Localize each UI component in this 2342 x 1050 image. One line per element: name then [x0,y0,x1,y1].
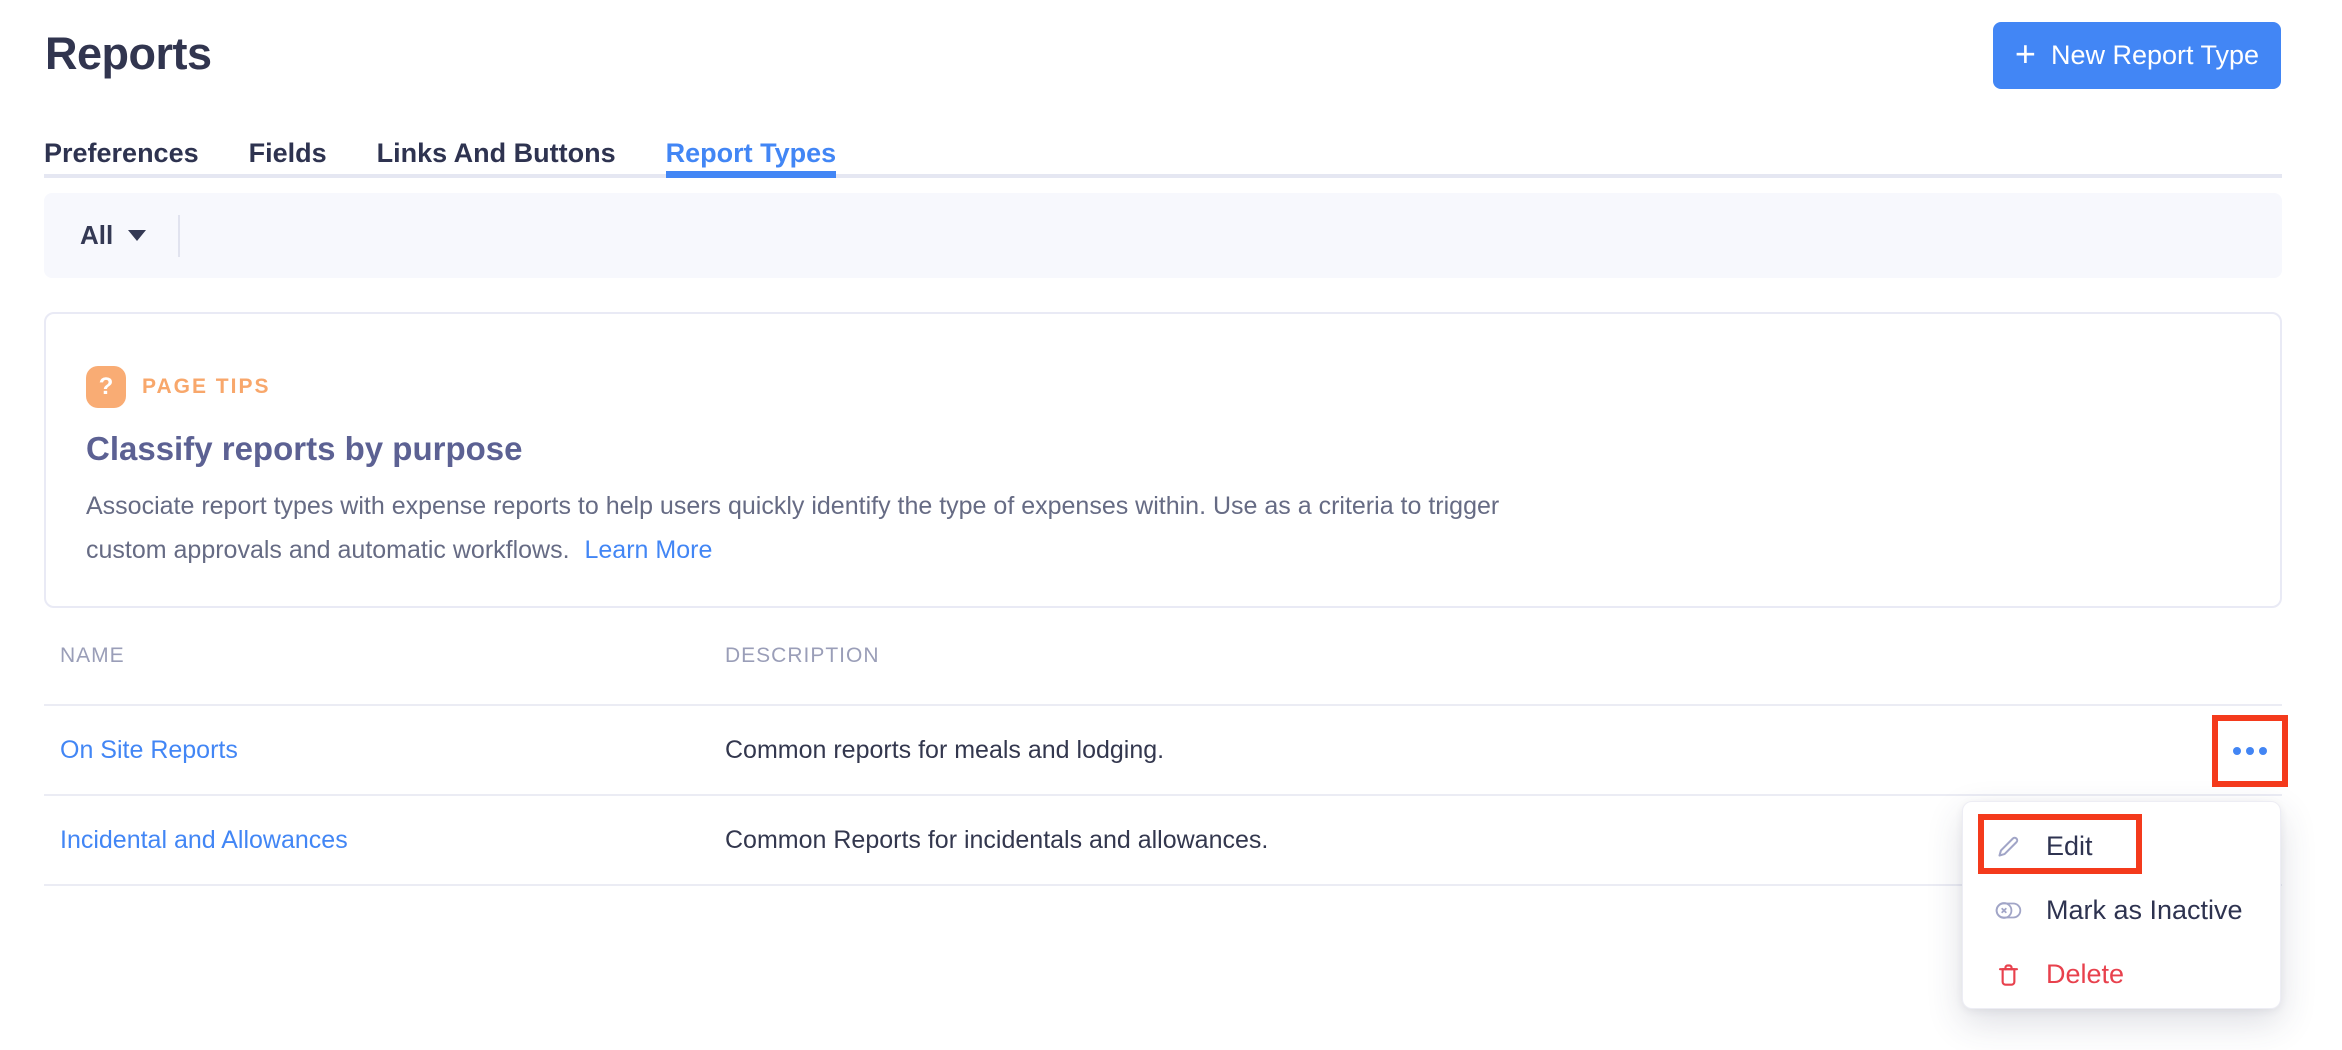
page-tips-body-line2: custom approvals and automatic workflows… [86,528,2280,572]
page-tips-card: ? PAGE TIPS Classify reports by purpose … [44,312,2282,608]
page-tips-body-line2-text: custom approvals and automatic workflows… [86,536,570,564]
annotation-box-ellipsis [2212,715,2288,787]
plus-icon: + [2015,36,2036,72]
report-type-name-link[interactable]: On Site Reports [60,736,238,765]
menu-item-mark-as-inactive[interactable]: Mark as Inactive [1963,878,2280,942]
report-type-description: Common reports for meals and lodging. [725,736,2172,765]
menu-item-edit[interactable]: Edit [1963,814,2280,878]
tab-links-and-buttons[interactable]: Links And Buttons [377,126,616,174]
page-tips-body-line1: Associate report types with expense repo… [86,484,2280,528]
menu-item-edit-label: Edit [2046,831,2093,862]
pencil-icon [1995,833,2022,860]
filter-bar: All [44,193,2282,278]
page-tips-badge-row: ? PAGE TIPS [86,366,2280,408]
report-type-name-link[interactable]: Incidental and Allowances [60,826,348,855]
tab-fields[interactable]: Fields [249,126,327,174]
menu-item-delete-label: Delete [2046,959,2124,990]
page-title: Reports [45,26,212,82]
filter-dropdown[interactable]: All [80,220,146,251]
new-report-type-button[interactable]: + New Report Type [1993,22,2281,89]
ellipsis-dot [2246,747,2254,755]
column-header-name: NAME [60,644,725,668]
report-type-description: Common Reports for incidentals and allow… [725,826,2172,855]
tab-report-types[interactable]: Report Types [666,126,837,174]
learn-more-link[interactable]: Learn More [585,536,713,564]
page-tips-body: Associate report types with expense repo… [86,484,2280,572]
question-mark-icon: ? [86,366,126,408]
ellipsis-dot [2233,747,2241,755]
table-row-on-site-reports: On Site Reports Common reports for meals… [44,706,2282,796]
tab-preferences[interactable]: Preferences [44,126,199,174]
table-row-incidental-and-allowances: Incidental and Allowances Common Reports… [44,796,2282,886]
row-actions-ellipsis-button[interactable] [2225,739,2275,763]
page-tips-heading: Classify reports by purpose [86,430,2280,468]
row-context-menu: Edit Mark as Inactive Delete [1962,801,2281,1009]
settings-tabs: Preferences Fields Links And Buttons Rep… [44,126,2282,178]
filter-divider [178,215,180,257]
trash-icon [1995,961,2022,988]
table-header-row: NAME DESCRIPTION [44,608,2282,706]
menu-item-delete[interactable]: Delete [1963,942,2280,1006]
ellipsis-dot [2259,747,2267,755]
caret-down-icon [128,230,146,241]
column-header-description: DESCRIPTION [725,644,2172,668]
report-types-table: NAME DESCRIPTION On Site Reports Common … [44,608,2282,886]
page-tips-badge: PAGE TIPS [142,375,270,399]
filter-selected-label: All [80,220,113,251]
menu-item-mark-as-inactive-label: Mark as Inactive [2046,895,2243,926]
new-report-type-label: New Report Type [2051,40,2259,71]
toggle-inactive-icon [1995,897,2022,924]
